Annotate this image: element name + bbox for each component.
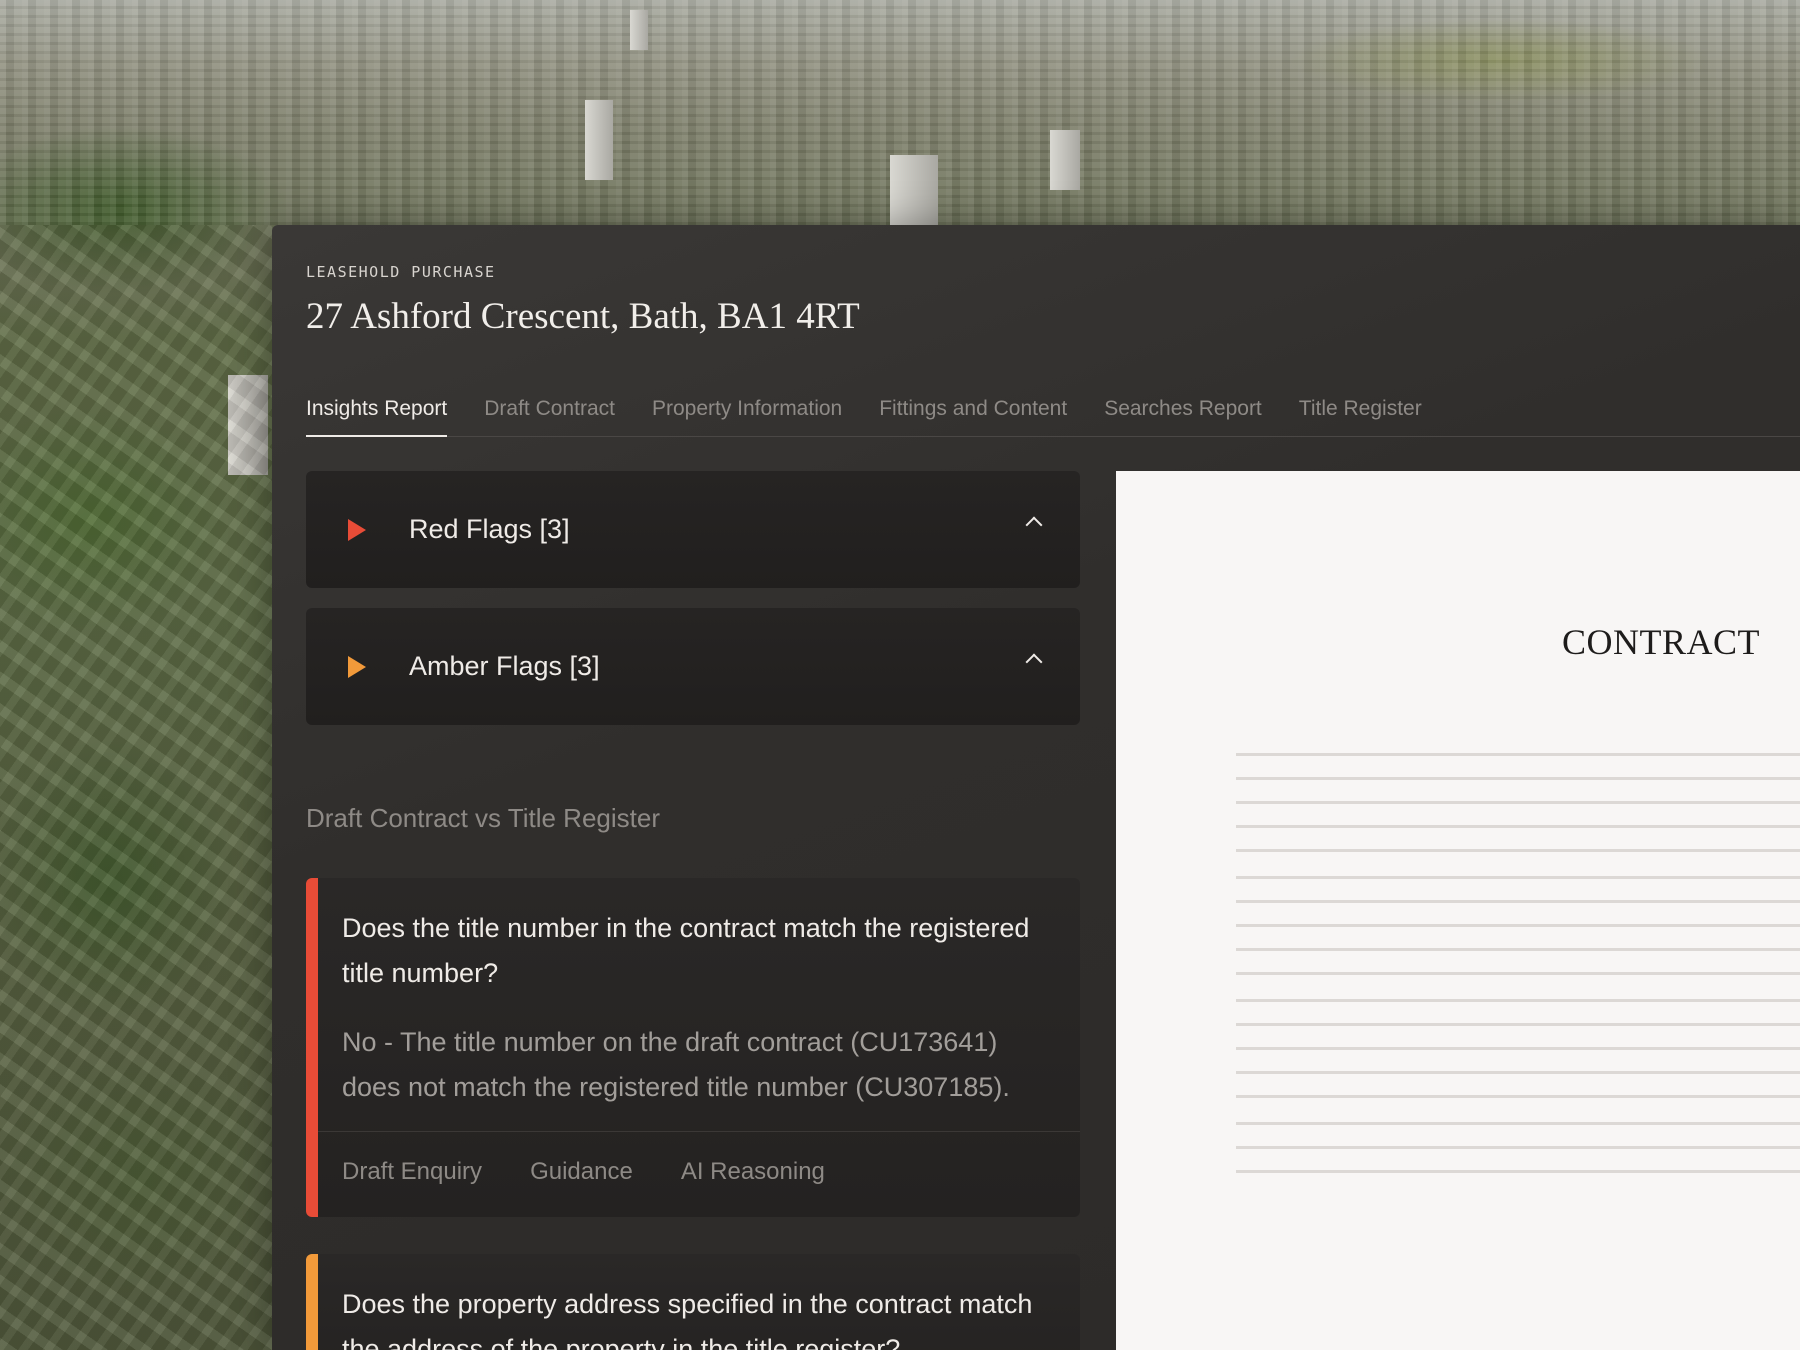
card-actions: Draft Enquiry Guidance AI Reasoning — [342, 1158, 825, 1186]
question-card: Does the property address specified in t… — [306, 1254, 1080, 1350]
chevron-up-icon[interactable] — [1025, 653, 1043, 671]
matter-type-label: LEASEHOLD PURCHASE — [306, 263, 496, 281]
card-divider — [318, 1131, 1080, 1132]
red-flag-triangle-icon — [348, 518, 366, 541]
tab-title-register[interactable]: Title Register — [1299, 391, 1422, 437]
section-heading: Draft Contract vs Title Register — [306, 803, 660, 833]
red-severity-stripe — [306, 878, 318, 1217]
answer-text: No - The title number on the draft contr… — [342, 1027, 1010, 1102]
text-line — [1236, 1095, 1800, 1098]
property-address-title: 27 Ashford Crescent, Bath, BA1 4RT — [306, 296, 860, 337]
amber-flags-label: Amber Flags [3] — [409, 651, 600, 681]
tab-insights-report[interactable]: Insights Report — [306, 391, 448, 437]
red-flags-accordion[interactable]: Red Flags [3] — [306, 471, 1080, 588]
text-line — [1236, 1122, 1800, 1125]
text-line — [1236, 948, 1800, 951]
text-line — [1236, 924, 1800, 927]
contract-document-preview[interactable]: CONTRACT — [1116, 471, 1800, 1350]
question-card: Does the title number in the contract ma… — [306, 878, 1080, 1217]
text-line — [1236, 801, 1800, 804]
tab-draft-contract[interactable]: Draft Contract — [484, 391, 615, 437]
tab-fittings-and-content[interactable]: Fittings and Content — [879, 391, 1067, 437]
tab-property-information[interactable]: Property Information — [652, 391, 842, 437]
text-line — [1236, 1146, 1800, 1149]
background-building — [630, 10, 648, 50]
text-line — [1236, 849, 1800, 852]
text-line — [1236, 999, 1800, 1002]
draft-enquiry-button[interactable]: Draft Enquiry — [342, 1158, 482, 1186]
chevron-up-icon[interactable] — [1025, 516, 1043, 534]
amber-flags-accordion[interactable]: Amber Flags [3] — [306, 608, 1080, 725]
report-tabs: Insights Report Draft Contract Property … — [306, 391, 1800, 437]
red-flags-label: Red Flags [3] — [409, 514, 570, 544]
text-line — [1236, 1170, 1800, 1173]
background-building — [890, 155, 938, 225]
text-line — [1236, 900, 1800, 903]
text-line — [1236, 825, 1800, 828]
background-building — [228, 375, 268, 475]
text-line — [1236, 777, 1800, 780]
amber-severity-stripe — [306, 1254, 318, 1350]
background-building — [1050, 130, 1080, 190]
text-line — [1236, 1071, 1800, 1074]
guidance-button[interactable]: Guidance — [530, 1158, 633, 1186]
text-line — [1236, 876, 1800, 879]
insights-panel: LEASEHOLD PURCHASE 27 Ashford Crescent, … — [272, 225, 1800, 1350]
text-line — [1236, 753, 1800, 756]
text-line — [1236, 1047, 1800, 1050]
question-text: Does the title number in the contract ma… — [342, 913, 1030, 988]
ai-reasoning-button[interactable]: AI Reasoning — [681, 1158, 825, 1186]
document-heading: CONTRACT — [1561, 622, 1760, 662]
background-building — [585, 100, 613, 180]
tab-searches-report[interactable]: Searches Report — [1104, 391, 1262, 437]
text-line — [1236, 1023, 1800, 1026]
text-line — [1236, 972, 1800, 975]
document-text-placeholder — [1236, 753, 1800, 1197]
question-text: Does the property address specified in t… — [342, 1289, 1033, 1350]
amber-flag-triangle-icon — [348, 655, 366, 678]
